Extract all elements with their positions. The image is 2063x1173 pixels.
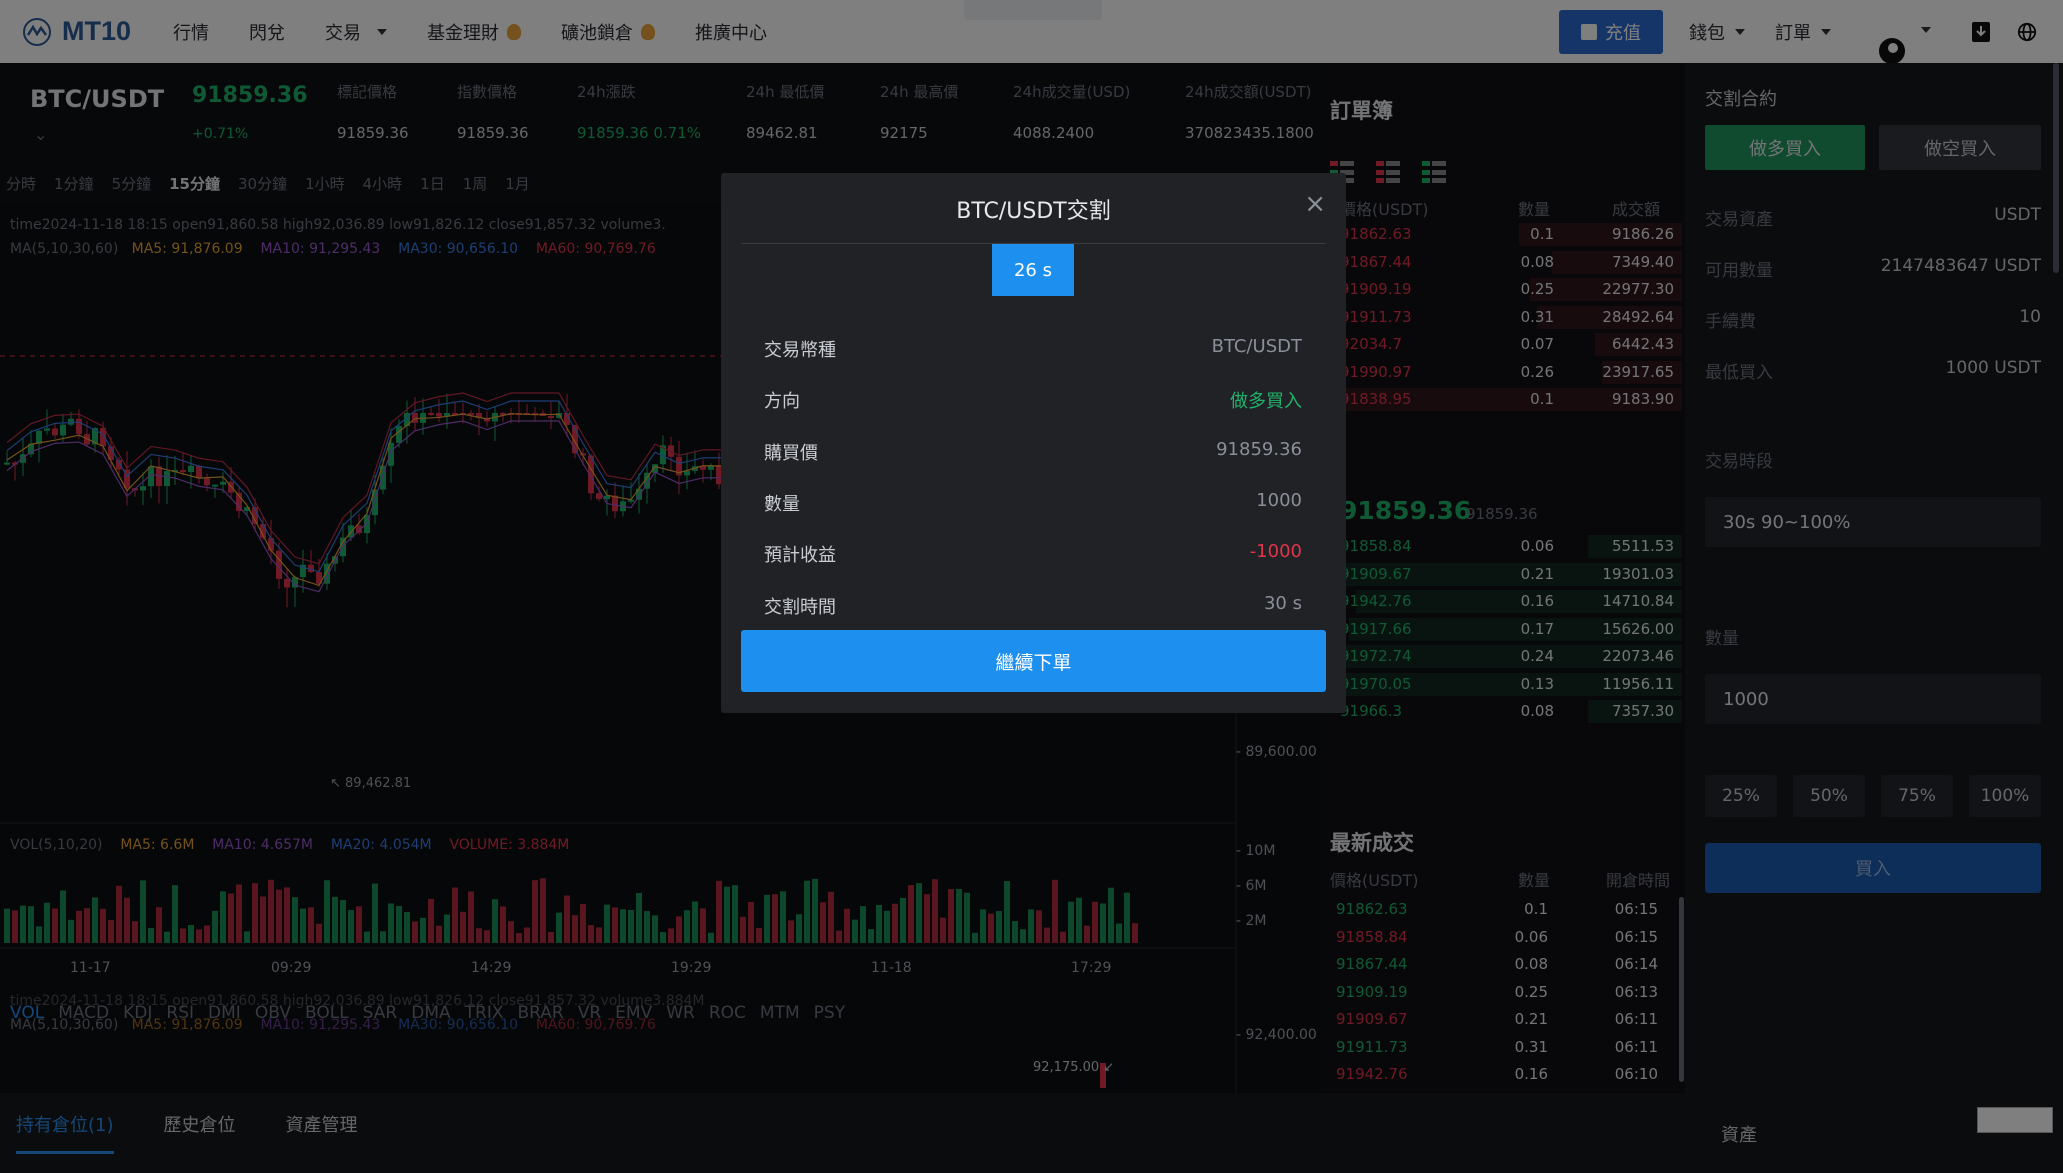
modal-row-delivery-time: 交割時間 30 s [764,593,1302,618]
modal-row-pair: 交易幣種 BTC/USDT [764,336,1302,361]
modal-row-direction: 方向 做多買入 [764,391,1302,412]
modal-row-expected-profit: 預計收益 -1000 [764,541,1302,566]
modal-title: BTC/USDT交割 [956,199,1111,224]
continue-order-button[interactable]: 繼續下單 [741,630,1326,692]
countdown-timer: 26 s [992,244,1074,296]
close-icon[interactable]: × [1304,189,1326,219]
modal-row-quantity: 數量 1000 [764,490,1302,515]
delivery-modal: BTC/USDT交割 × 26 s 交易幣種 BTC/USDT 方向 做多買入 購買… [721,173,1346,713]
modal-row-price: 購買價 91859.36 [764,439,1302,464]
